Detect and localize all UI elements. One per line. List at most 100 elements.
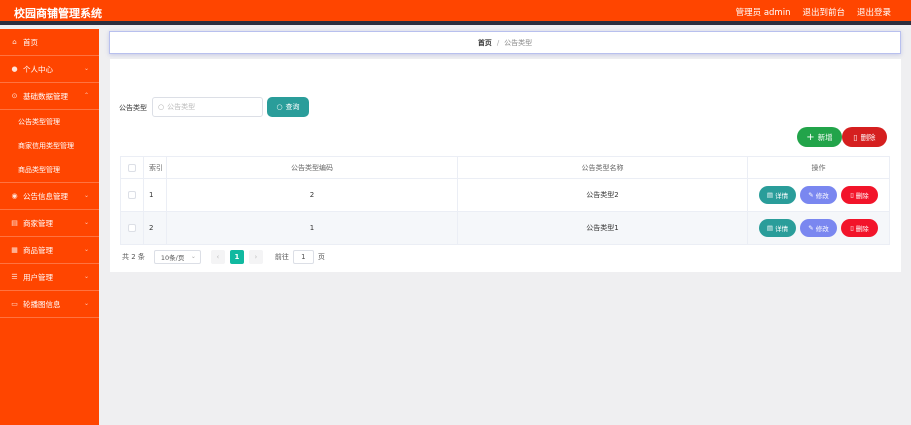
sidebar-item-label: 轮播图信息 (23, 299, 61, 309)
sidebar-item-notice[interactable]: ◉ 公告信息管理 ⌄ (0, 183, 99, 210)
submenu-merchant-credit-type[interactable]: 商家信用类型管理 (0, 134, 99, 158)
sidebar-item-users[interactable]: ☰ 用户管理 ⌄ (0, 264, 99, 291)
sidebar-item-profile[interactable]: ● 个人中心 ⌄ (0, 56, 99, 83)
trash-icon: ▯ (853, 132, 858, 142)
user-icon: ● (11, 65, 18, 73)
add-button[interactable]: + 新增 (797, 127, 842, 147)
table-header-row: 索引 公告类型编码 公告类型名称 操作 (120, 157, 890, 179)
table-row: 2 1 公告类型1 ▤ 详情 ✎ 修改 ▯ 删除 (120, 212, 890, 245)
header-index: 索引 (144, 157, 167, 178)
top-header: 校园商铺管理系统 管理员 admin 退出到前台 退出登录 (0, 0, 911, 25)
row-index: 1 (144, 179, 167, 211)
chevron-down-icon: ⌄ (83, 65, 89, 72)
detail-label: 详情 (775, 225, 789, 233)
row-checkbox[interactable] (128, 191, 136, 199)
chevron-right-icon: › (254, 253, 258, 261)
query-button[interactable]: ○ 查询 (267, 97, 309, 117)
batch-delete-button[interactable]: ▯ 删除 (842, 127, 887, 147)
remove-button[interactable]: ▯ 删除 (841, 186, 878, 204)
chevron-down-icon: ⌄ (190, 253, 196, 260)
goods-icon: ▦ (11, 246, 18, 254)
row-checkbox[interactable] (128, 224, 136, 232)
page-size-select[interactable]: 10条/页 ⌄ (153, 250, 201, 264)
select-all-checkbox[interactable] (128, 163, 136, 172)
remove-button[interactable]: ▯ 删除 (841, 219, 878, 237)
users-icon: ☰ (11, 273, 18, 281)
sidebar-item-home[interactable]: ⌂ 首页 (0, 29, 99, 56)
sidebar-item-goods[interactable]: ▦ 商品管理 ⌄ (0, 237, 99, 264)
sidebar-item-label: 用户管理 (23, 272, 53, 282)
submenu-goods-type[interactable]: 商品类型管理 (0, 158, 99, 182)
page-size-value: 10条/页 (160, 254, 185, 262)
logout-link[interactable]: 退出登录 (857, 6, 891, 18)
sidebar-item-label: 首页 (23, 37, 38, 47)
row-checkbox-cell (120, 179, 144, 211)
sidebar-item-label: 商品管理 (23, 245, 53, 255)
delete-button-label: 删除 (860, 132, 876, 142)
pencil-icon: ✎ (808, 191, 814, 199)
row-index: 2 (144, 212, 167, 244)
sidebar: ⌂ 首页 ● 个人中心 ⌄ ⊙ 基础数据管理 ⌃ 公告类型管理 商家信用类型管理… (0, 29, 99, 425)
pagination: 共 2 条 10条/页 ⌄ ‹ 1 › 前往 1 页 (122, 250, 325, 264)
search-input[interactable]: ○ 公告类型 (152, 97, 263, 117)
sidebar-item-label: 基础数据管理 (23, 91, 68, 101)
submenu-notice-type[interactable]: 公告类型管理 (0, 110, 99, 134)
search-icon: ○ (158, 103, 165, 111)
chevron-down-icon: ⌄ (83, 273, 89, 280)
home-icon: ⌂ (12, 38, 17, 46)
breadcrumb-home[interactable]: 首页 (478, 38, 492, 48)
chevron-left-icon: ‹ (216, 253, 220, 261)
image-icon: ▭ (11, 300, 18, 308)
page-number-current[interactable]: 1 (229, 250, 244, 264)
app-title: 校园商铺管理系统 (14, 7, 102, 20)
row-code: 2 (167, 179, 458, 211)
trash-icon: ▯ (850, 191, 854, 199)
edit-label: 修改 (815, 225, 829, 233)
sidebar-item-label: 公告信息管理 (23, 191, 68, 201)
sidebar-item-label: 商家管理 (23, 218, 53, 228)
row-code: 1 (167, 212, 458, 244)
main-content: 首页 / 公告类型 公告类型 ○ 公告类型 ○ 查询 + 新增 ▯ 删除 索引 … (99, 29, 911, 425)
pencil-icon: ✎ (808, 224, 814, 232)
total-count: 共 2 条 (122, 253, 145, 261)
content-panel: 公告类型 ○ 公告类型 ○ 查询 + 新增 ▯ 删除 索引 公告类型编码 公告类… (110, 59, 901, 272)
row-ops: ▤ 详情 ✎ 修改 ▯ 删除 (748, 212, 890, 244)
row-checkbox-cell (120, 212, 144, 244)
edit-label: 修改 (815, 192, 829, 200)
detail-button[interactable]: ▤ 详情 (759, 186, 796, 204)
notice-icon: ◉ (11, 192, 18, 200)
chevron-up-icon: ⌃ (83, 92, 89, 99)
detail-button[interactable]: ▤ 详情 (759, 219, 796, 237)
chevron-down-icon: ⌄ (83, 300, 89, 307)
page-unit-label: 页 (317, 253, 325, 261)
data-table: 索引 公告类型编码 公告类型名称 操作 1 2 公告类型2 ▤ 详情 ✎ 修改 ▯ 删… (120, 156, 890, 245)
detail-label: 详情 (775, 192, 789, 200)
breadcrumb-separator: / (496, 38, 500, 47)
sidebar-item-basic-data[interactable]: ⊙ 基础数据管理 ⌃ (0, 83, 99, 110)
sidebar-item-label: 个人中心 (23, 64, 53, 74)
data-icon: ⊙ (11, 92, 18, 100)
remove-label: 删除 (855, 225, 869, 233)
edit-button[interactable]: ✎ 修改 (800, 186, 837, 204)
search-icon: ○ (276, 103, 283, 111)
front-page-link[interactable]: 退出到前台 (802, 6, 845, 18)
chevron-down-icon: ⌄ (83, 219, 89, 226)
chevron-down-icon: ⌄ (83, 192, 89, 199)
admin-user-label: 管理员 admin (735, 8, 791, 18)
add-button-label: 新增 (817, 132, 833, 142)
goto-page-input[interactable]: 1 (292, 250, 314, 264)
header-name: 公告类型名称 (458, 157, 748, 178)
search-placeholder: 公告类型 (167, 103, 196, 111)
row-name: 公告类型1 (458, 212, 748, 244)
edit-button[interactable]: ✎ 修改 (800, 219, 837, 237)
prev-page-button[interactable]: ‹ (210, 250, 225, 264)
sidebar-item-carousel[interactable]: ▭ 轮播图信息 ⌄ (0, 291, 99, 318)
sidebar-item-merchant[interactable]: ▤ 商家管理 ⌄ (0, 210, 99, 237)
breadcrumb: 首页 / 公告类型 (109, 31, 901, 54)
document-icon: ▤ (766, 224, 774, 232)
query-button-label: 查询 (285, 103, 300, 111)
plus-icon: + (806, 131, 815, 143)
header-ops: 操作 (748, 157, 890, 178)
next-page-button[interactable]: › (248, 250, 263, 264)
document-icon: ▤ (766, 191, 774, 199)
